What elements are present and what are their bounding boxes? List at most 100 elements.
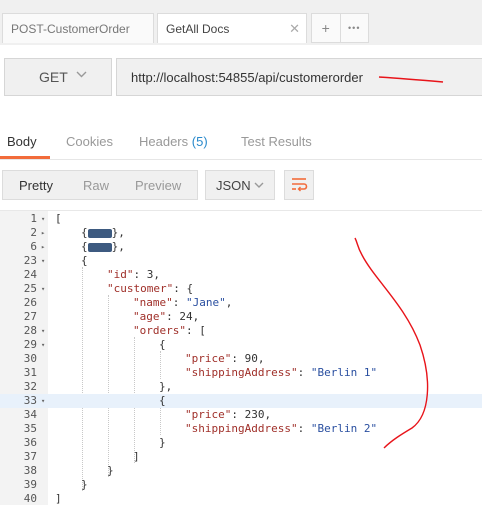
fold-arrow-icon[interactable]: ▾ — [41, 324, 45, 338]
raw-button[interactable]: Raw — [83, 178, 109, 193]
view-mode-group: Pretty Raw Preview — [2, 170, 198, 200]
line-number: 28 — [23, 324, 37, 337]
code-text: }, — [159, 380, 173, 393]
code-line: 35 "shippingAddress": "Berlin 2" — [0, 422, 482, 436]
tab-label: GetAll Docs — [166, 21, 230, 36]
code-line: 23 ▾ { — [0, 254, 482, 268]
line-number: 33 — [23, 394, 37, 407]
close-icon[interactable]: ✕ — [289, 21, 300, 37]
fold-arrow-icon[interactable]: ▾ — [41, 338, 45, 352]
code-text: } — [81, 478, 88, 491]
line-number: 36 — [23, 436, 37, 449]
code-line: 28 ▾ "orders": [ — [0, 324, 482, 338]
url-value: http://localhost:54855/api/customerorder — [131, 69, 363, 85]
line-number: 34 — [23, 408, 37, 421]
collapsed-block-icon[interactable] — [87, 242, 112, 252]
request-tab-bar: POST-CustomerOrder GetAll Docs ✕ + ••• — [0, 0, 482, 45]
wrap-lines-icon — [290, 176, 308, 195]
line-number: 24 — [23, 268, 37, 281]
code-text: "id": 3, — [107, 268, 160, 281]
line-number: 1 — [30, 212, 37, 225]
line-number: 30 — [23, 352, 37, 365]
code-line: 26 "name": "Jane", — [0, 296, 482, 310]
code-text: ] — [133, 450, 140, 463]
code-text: } — [159, 436, 166, 449]
collapsed-block-icon[interactable] — [87, 228, 112, 238]
code-text: "price": 230, — [185, 408, 272, 421]
response-toolbar: Pretty Raw Preview JSON — [0, 170, 482, 202]
response-tabs: Body Cookies Headers (5) Test Results — [0, 126, 482, 160]
line-number: 29 — [23, 338, 37, 351]
code-line: 37 ] — [0, 450, 482, 464]
response-body-editor[interactable]: 1 ▾ [ 2 ▸ {}, 6 ▸ {}, 23 ▾ { 24 "id": 3, 25 ▾… — [0, 210, 482, 505]
add-tab-button[interactable]: + — [312, 14, 340, 42]
headers-label: Headers — [139, 134, 189, 149]
code-text: {}, — [81, 226, 125, 239]
code-text: {}, — [81, 240, 125, 253]
format-select[interactable]: JSON — [205, 170, 275, 200]
format-value: JSON — [216, 177, 251, 193]
code-text: } — [107, 464, 114, 477]
line-number: 39 — [23, 478, 37, 491]
fold-arrow-icon[interactable]: ▸ — [41, 226, 45, 240]
tab-body[interactable]: Body — [7, 134, 37, 149]
line-number: 2 — [30, 226, 37, 239]
line-number: 26 — [23, 296, 37, 309]
line-number: 6 — [30, 240, 37, 253]
code-line: 30 "price": 90, — [0, 352, 482, 366]
chevron-down-icon — [75, 68, 88, 84]
code-line: 2 ▸ {}, — [0, 226, 482, 240]
code-line: 1 ▾ [ — [0, 212, 482, 226]
code-text: "shippingAddress": "Berlin 1" — [185, 366, 378, 379]
code-line: 6 ▸ {}, — [0, 240, 482, 254]
url-input[interactable]: http://localhost:54855/api/customerorder — [116, 58, 482, 96]
tab-headers[interactable]: Headers (5) — [139, 134, 208, 149]
pretty-button[interactable]: Pretty — [19, 178, 53, 193]
line-number: 37 — [23, 450, 37, 463]
code-text: "customer": { — [107, 282, 194, 295]
method-select[interactable]: GET — [4, 58, 112, 96]
code-text: "orders": [ — [133, 324, 206, 337]
line-number: 35 — [23, 422, 37, 435]
code-line: 36 } — [0, 436, 482, 450]
line-number: 23 — [23, 254, 37, 267]
code-line: 24 "id": 3, — [0, 268, 482, 282]
code-line-highlighted: 33 ▾ { — [0, 394, 482, 408]
fold-arrow-icon[interactable]: ▾ — [41, 394, 45, 408]
preview-button[interactable]: Preview — [135, 178, 181, 193]
code-line: 29 ▾ { — [0, 338, 482, 352]
method-value: GET — [39, 69, 68, 85]
code-line: 27 "age": 24, — [0, 310, 482, 324]
code-text: { — [81, 254, 88, 267]
code-line: 34 "price": 230, — [0, 408, 482, 422]
fold-arrow-icon[interactable]: ▾ — [41, 254, 45, 268]
line-number: 38 — [23, 464, 37, 477]
tab-tools: + ••• — [311, 13, 369, 43]
fold-arrow-icon[interactable]: ▸ — [41, 240, 45, 254]
code-line: 31 "shippingAddress": "Berlin 1" — [0, 366, 482, 380]
line-number: 32 — [23, 380, 37, 393]
code-text: "shippingAddress": "Berlin 2" — [185, 422, 378, 435]
line-number: 27 — [23, 310, 37, 323]
fold-arrow-icon[interactable]: ▾ — [41, 212, 45, 226]
tab-getall-docs[interactable]: GetAll Docs ✕ — [157, 13, 307, 43]
code-text: "age": 24, — [133, 310, 200, 323]
headers-count: (5) — [191, 134, 208, 149]
code-text: { — [159, 338, 166, 351]
request-url-bar: GET http://localhost:54855/api/customero… — [0, 45, 482, 107]
tab-test-results[interactable]: Test Results — [241, 134, 312, 149]
fold-arrow-icon[interactable]: ▾ — [41, 282, 45, 296]
line-number: 31 — [23, 366, 37, 379]
tab-label: POST-CustomerOrder — [11, 21, 130, 36]
code-line: 25 ▾ "customer": { — [0, 282, 482, 296]
tab-post-customer-order[interactable]: POST-CustomerOrder — [2, 13, 154, 43]
code-text: [ — [55, 212, 62, 225]
code-text: "price": 90, — [185, 352, 265, 365]
chevron-down-icon — [253, 179, 265, 194]
more-options-button[interactable]: ••• — [339, 14, 369, 42]
code-text: "name": "Jane", — [133, 296, 233, 309]
line-number: 25 — [23, 282, 37, 295]
wrap-lines-button[interactable] — [284, 170, 314, 200]
code-text: { — [159, 394, 166, 407]
tab-cookies[interactable]: Cookies — [66, 134, 113, 149]
